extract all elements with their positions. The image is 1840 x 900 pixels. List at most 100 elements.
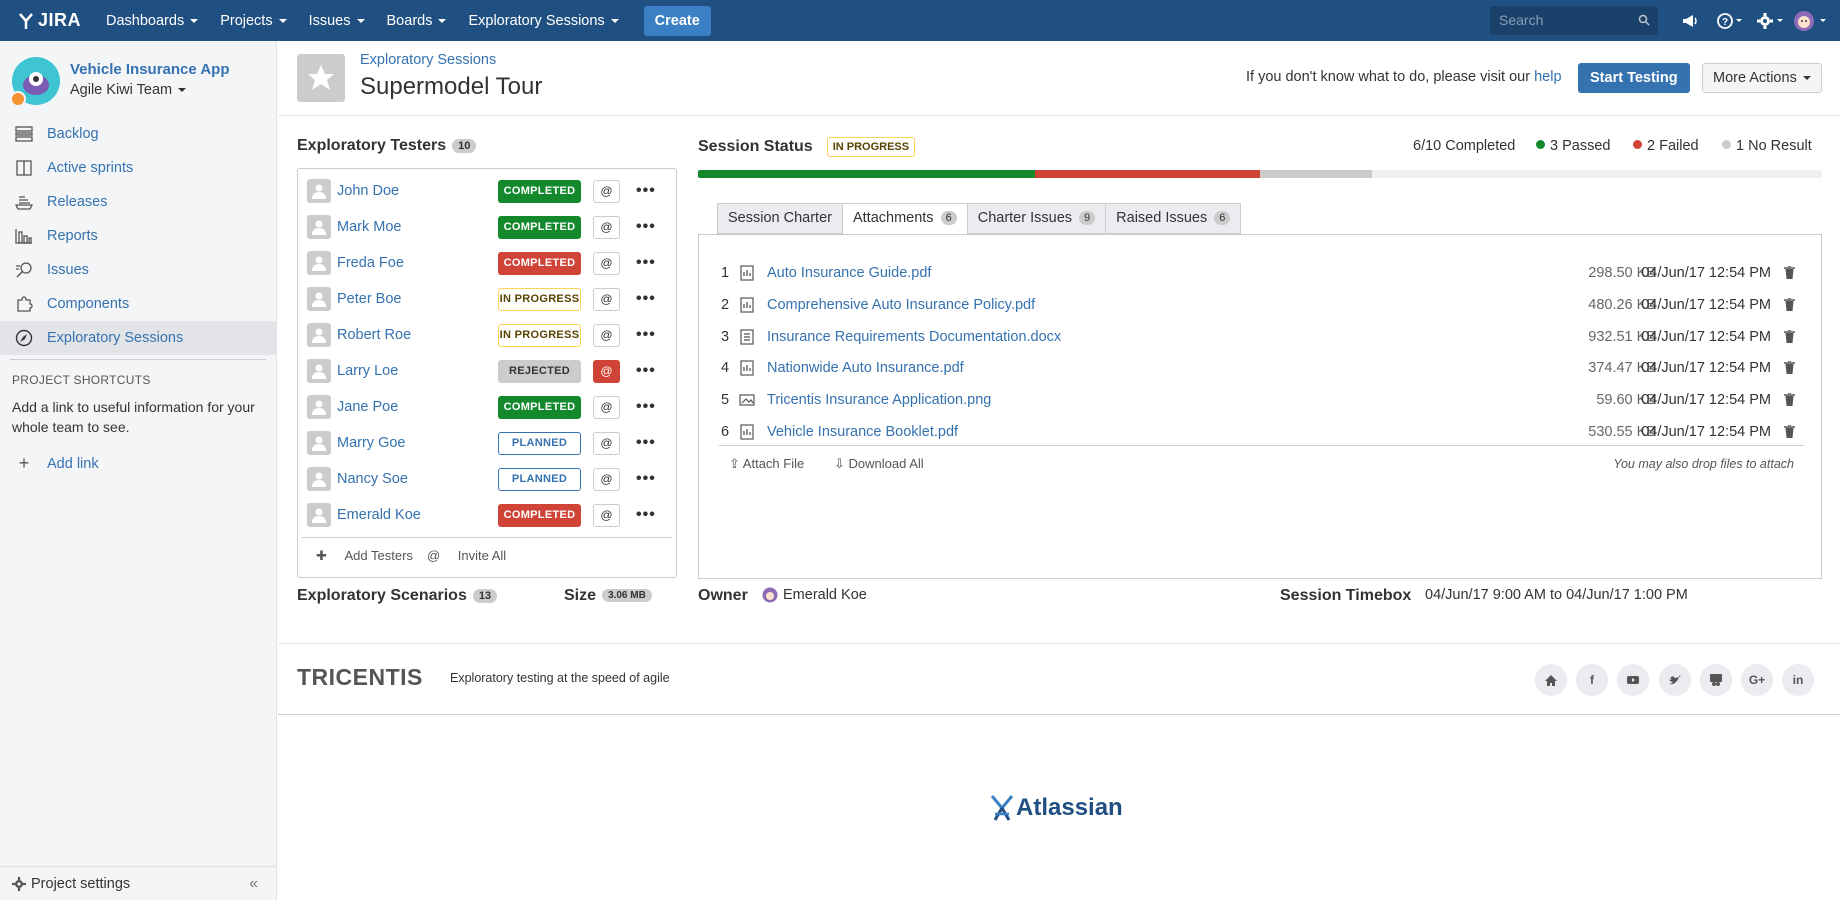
session-star-icon (297, 54, 345, 102)
more-options-icon[interactable]: ••• (636, 218, 656, 236)
nav-projects[interactable]: Projects (209, 0, 297, 41)
sidebar-item-exploratory-sessions[interactable]: Exploratory Sessions (0, 321, 276, 355)
tester-name[interactable]: Robert Roe (337, 327, 411, 343)
tester-name[interactable]: Nancy Soe (337, 471, 408, 487)
tester-name[interactable]: John Doe (337, 183, 399, 199)
settings-gear-icon[interactable] (1750, 0, 1790, 41)
nav-dashboards[interactable]: Dashboards (95, 0, 209, 41)
owner-value[interactable]: Emerald Koe (762, 587, 867, 603)
sidebar-item-releases[interactable]: Releases (0, 185, 276, 219)
mention-button[interactable]: @ (593, 503, 620, 527)
sidebar-item-backlog[interactable]: Backlog (0, 117, 276, 151)
trash-icon[interactable] (1784, 265, 1795, 283)
project-name[interactable]: Vehicle Insurance App (70, 61, 230, 78)
more-options-icon[interactable]: ••• (636, 326, 656, 344)
jira-logo[interactable]: JIRA (17, 10, 81, 31)
notifications-icon[interactable] (1670, 0, 1710, 41)
tester-status-badge: IN PROGRESS (498, 287, 581, 311)
sidebar-divider (10, 359, 266, 360)
more-options-icon[interactable]: ••• (636, 254, 656, 272)
more-actions-button[interactable]: More Actions (1702, 63, 1822, 93)
tester-name[interactable]: Larry Loe (337, 363, 398, 379)
more-options-icon[interactable]: ••• (636, 290, 656, 308)
attachment-link[interactable]: Nationwide Auto Insurance.pdf (767, 360, 964, 376)
googleplus-icon[interactable]: G+ (1741, 664, 1773, 696)
failed-dot (1633, 140, 1642, 149)
trash-icon[interactable] (1784, 424, 1795, 442)
project-settings[interactable]: Project settings « (0, 866, 276, 900)
nav-boards[interactable]: Boards (376, 0, 458, 41)
more-options-icon[interactable]: ••• (636, 398, 656, 416)
attachment-date: 04/Jun/17 12:54 PM (1641, 424, 1771, 440)
tester-name[interactable]: Mark Moe (337, 219, 401, 235)
linkedin-icon[interactable]: in (1782, 664, 1814, 696)
invite-all-button[interactable]: @ Invite All (427, 548, 506, 563)
sidebar-item-issues[interactable]: Issues (0, 253, 276, 287)
help-text: If you don't know what to do, please vis… (1246, 69, 1562, 85)
nav-issues[interactable]: Issues (298, 0, 376, 41)
tester-row: Mark Moe COMPLETED @ ••• (298, 209, 676, 245)
slideshare-icon[interactable] (1700, 664, 1732, 696)
mention-button[interactable]: @ (593, 251, 620, 275)
mention-button[interactable]: @ (593, 179, 620, 203)
download-all-button[interactable]: ⇩ Download All (834, 456, 924, 472)
tricentis-logo[interactable]: TRICENTIS (297, 664, 423, 691)
facebook-icon[interactable]: f (1576, 664, 1608, 696)
atlassian-logo[interactable]: Atlassian (988, 794, 1123, 822)
mention-button[interactable]: @ (593, 359, 620, 383)
ship-icon (14, 192, 34, 212)
trash-icon[interactable] (1784, 360, 1795, 378)
user-avatar-icon (307, 395, 331, 419)
project-avatar[interactable] (10, 57, 60, 107)
tester-name[interactable]: Jane Poe (337, 399, 398, 415)
more-options-icon[interactable]: ••• (636, 362, 656, 380)
attachment-link[interactable]: Vehicle Insurance Booklet.pdf (767, 424, 958, 440)
tab-charter-issues[interactable]: Charter Issues 9 (966, 203, 1106, 234)
nav-exploratory-sessions[interactable]: Exploratory Sessions (457, 0, 629, 41)
start-testing-button[interactable]: Start Testing (1578, 63, 1690, 93)
breadcrumb[interactable]: Exploratory Sessions (360, 52, 496, 68)
attach-file-label: Attach File (742, 456, 805, 471)
more-options-icon[interactable]: ••• (636, 434, 656, 452)
tab-raised-issues[interactable]: Raised Issues 6 (1105, 203, 1242, 234)
add-link-button[interactable]: + Add link (0, 453, 276, 474)
youtube-icon[interactable] (1617, 664, 1649, 696)
more-options-icon[interactable]: ••• (636, 470, 656, 488)
tab-attachments[interactable]: Attachments 6 (841, 203, 967, 235)
tester-name[interactable]: Marry Goe (337, 435, 406, 451)
create-button[interactable]: Create (643, 5, 711, 36)
mention-button[interactable]: @ (593, 431, 620, 455)
mention-button[interactable]: @ (593, 287, 620, 311)
attachment-link[interactable]: Insurance Requirements Documentation.doc… (767, 329, 1061, 345)
more-options-icon[interactable]: ••• (636, 506, 656, 524)
tester-name[interactable]: Freda Foe (337, 255, 404, 271)
mention-button[interactable]: @ (593, 323, 620, 347)
attachment-link[interactable]: Comprehensive Auto Insurance Policy.pdf (767, 297, 1035, 313)
help-icon[interactable]: ? (1710, 0, 1750, 41)
trash-icon[interactable] (1784, 297, 1795, 315)
sidebar-item-active-sprints[interactable]: Active sprints (0, 151, 276, 185)
sidebar-item-components[interactable]: Components (0, 287, 276, 321)
attachment-link[interactable]: Tricentis Insurance Application.png (767, 392, 991, 408)
tab-session-charter[interactable]: Session Charter (717, 203, 842, 234)
trash-icon[interactable] (1784, 328, 1795, 347)
mention-button[interactable]: @ (593, 467, 620, 491)
add-testers-button[interactable]: ✚ Add Testers (316, 548, 413, 564)
tester-name[interactable]: Peter Boe (337, 291, 402, 307)
search-input[interactable]: Search (1490, 6, 1658, 35)
twitter-icon[interactable] (1659, 664, 1691, 696)
tester-name[interactable]: Emerald Koe (337, 507, 421, 523)
attachment-number: 2 (721, 296, 730, 313)
user-avatar[interactable] (1790, 0, 1830, 41)
trash-icon[interactable] (1784, 392, 1795, 410)
help-link[interactable]: help (1534, 69, 1561, 85)
team-selector[interactable]: Agile Kiwi Team (70, 82, 230, 98)
mention-button[interactable]: @ (593, 215, 620, 239)
collapse-sidebar-icon[interactable]: « (249, 875, 258, 893)
attachment-link[interactable]: Auto Insurance Guide.pdf (767, 265, 931, 281)
home-icon[interactable] (1535, 664, 1567, 696)
sidebar-item-reports[interactable]: Reports (0, 219, 276, 253)
attach-file-button[interactable]: ⇪ Attach File (729, 456, 804, 472)
more-options-icon[interactable]: ••• (636, 182, 656, 200)
mention-button[interactable]: @ (593, 395, 620, 419)
